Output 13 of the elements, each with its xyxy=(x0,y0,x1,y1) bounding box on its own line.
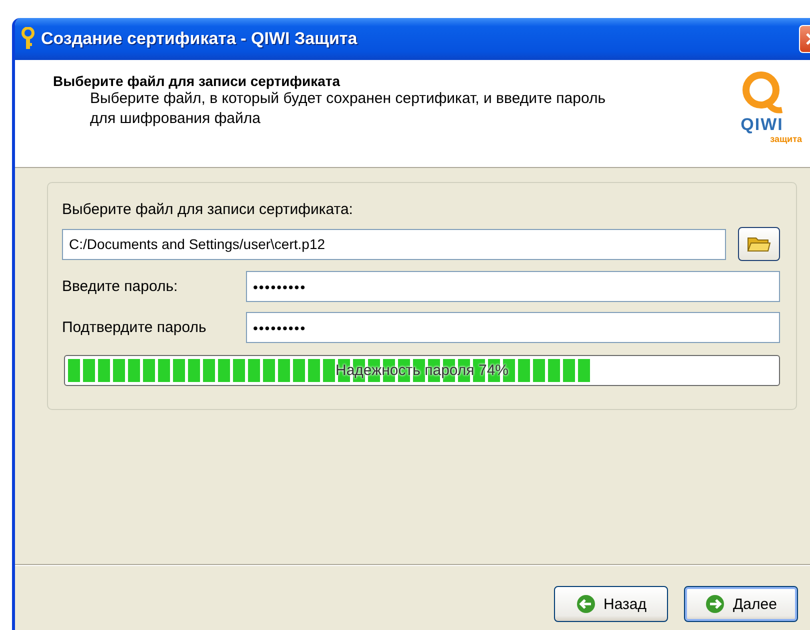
next-button[interactable]: Далее xyxy=(684,586,798,622)
file-path-field[interactable]: C:/Documents and Settings/user\cert.p12 xyxy=(62,228,726,260)
header-title: Выберите файл для записи сертификата xyxy=(53,73,342,89)
password-field[interactable]: ••••••••• xyxy=(246,312,780,343)
password-label: Введите пароль: xyxy=(62,278,179,295)
password-field[interactable]: ••••••••• xyxy=(246,271,780,302)
logo-name: QIWI xyxy=(740,116,784,134)
window-title: Создание сертификата - QIWI Защита xyxy=(41,29,358,49)
file-label: Выберите файл для записи сертификата: xyxy=(62,200,354,220)
back-button[interactable]: Назад xyxy=(554,586,668,622)
header-description: Выберите файл, в который будет сохранен сертификат, и введите пароль для шифрования файла xyxy=(90,89,607,129)
password-label: Подтвердите пароль xyxy=(62,319,208,336)
logo-tagline: защита xyxy=(770,134,802,144)
